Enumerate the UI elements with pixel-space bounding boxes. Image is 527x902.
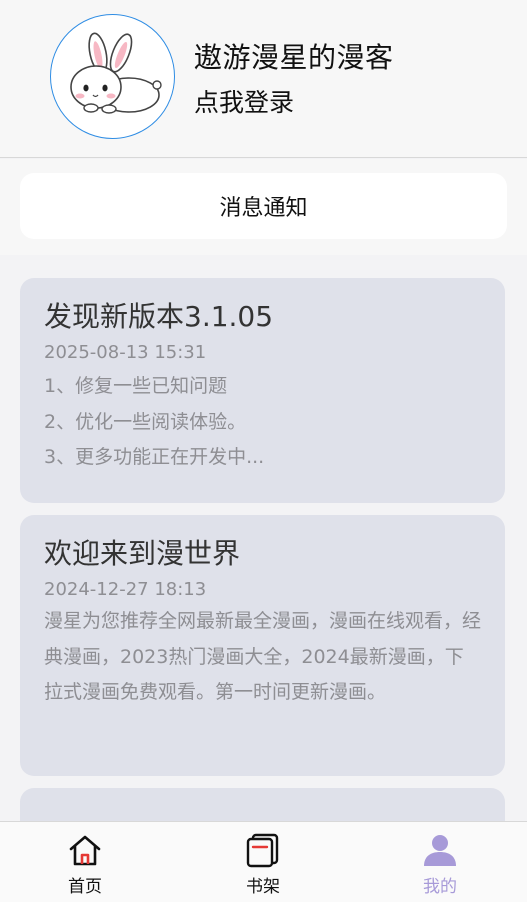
notifications-button[interactable]: 消息通知 bbox=[20, 173, 507, 239]
tab-label: 首页 bbox=[68, 877, 102, 897]
home-icon bbox=[69, 835, 101, 866]
message-card[interactable] bbox=[20, 788, 505, 821]
tab-mine[interactable]: 我的 bbox=[385, 822, 495, 902]
message-title: 发现新版本3.1.05 bbox=[44, 300, 274, 333]
bottom-tab-bar: 首页 书架 我的 bbox=[0, 821, 527, 902]
profile-header: 遨游漫星的漫客 点我登录 bbox=[0, 0, 527, 158]
bunny-avatar-icon bbox=[70, 32, 162, 114]
message-date: 2025-08-13 15:31 bbox=[44, 342, 207, 363]
message-line: 3、更多功能正在开发中... bbox=[44, 446, 265, 468]
message-line: 1、修复一些已知问题 bbox=[44, 375, 228, 397]
message-card[interactable]: 发现新版本3.1.05 2025-08-13 15:31 1、修复一些已知问题 … bbox=[20, 278, 505, 503]
message-line: 2、优化一些阅读体验。 bbox=[44, 410, 247, 433]
tab-label: 我的 bbox=[423, 877, 457, 897]
login-link[interactable]: 点我登录 bbox=[194, 83, 294, 119]
message-list[interactable]: 发现新版本3.1.05 2025-08-13 15:31 1、修复一些已知问题 … bbox=[0, 255, 527, 821]
username: 遨游漫星的漫客 bbox=[194, 41, 394, 74]
notice-section: 消息通知 bbox=[0, 159, 527, 255]
tab-label: 书架 bbox=[246, 877, 280, 897]
tab-bookshelf[interactable]: 书架 bbox=[208, 822, 318, 902]
message-body: 漫星为您推荐全网最新最全漫画，漫画在线观看，经典漫画，2023热门漫画大全，20… bbox=[44, 610, 482, 703]
bookshelf-icon bbox=[246, 833, 279, 868]
profile-icon bbox=[424, 835, 456, 866]
message-title: 欢迎来到漫世界 bbox=[44, 537, 241, 570]
avatar[interactable] bbox=[50, 14, 175, 139]
tab-home[interactable]: 首页 bbox=[30, 822, 140, 902]
message-date: 2024-12-27 18:13 bbox=[44, 579, 207, 600]
message-card[interactable]: 欢迎来到漫世界 2024-12-27 18:13 漫星为您推荐全网最新最全漫画，… bbox=[20, 515, 505, 776]
